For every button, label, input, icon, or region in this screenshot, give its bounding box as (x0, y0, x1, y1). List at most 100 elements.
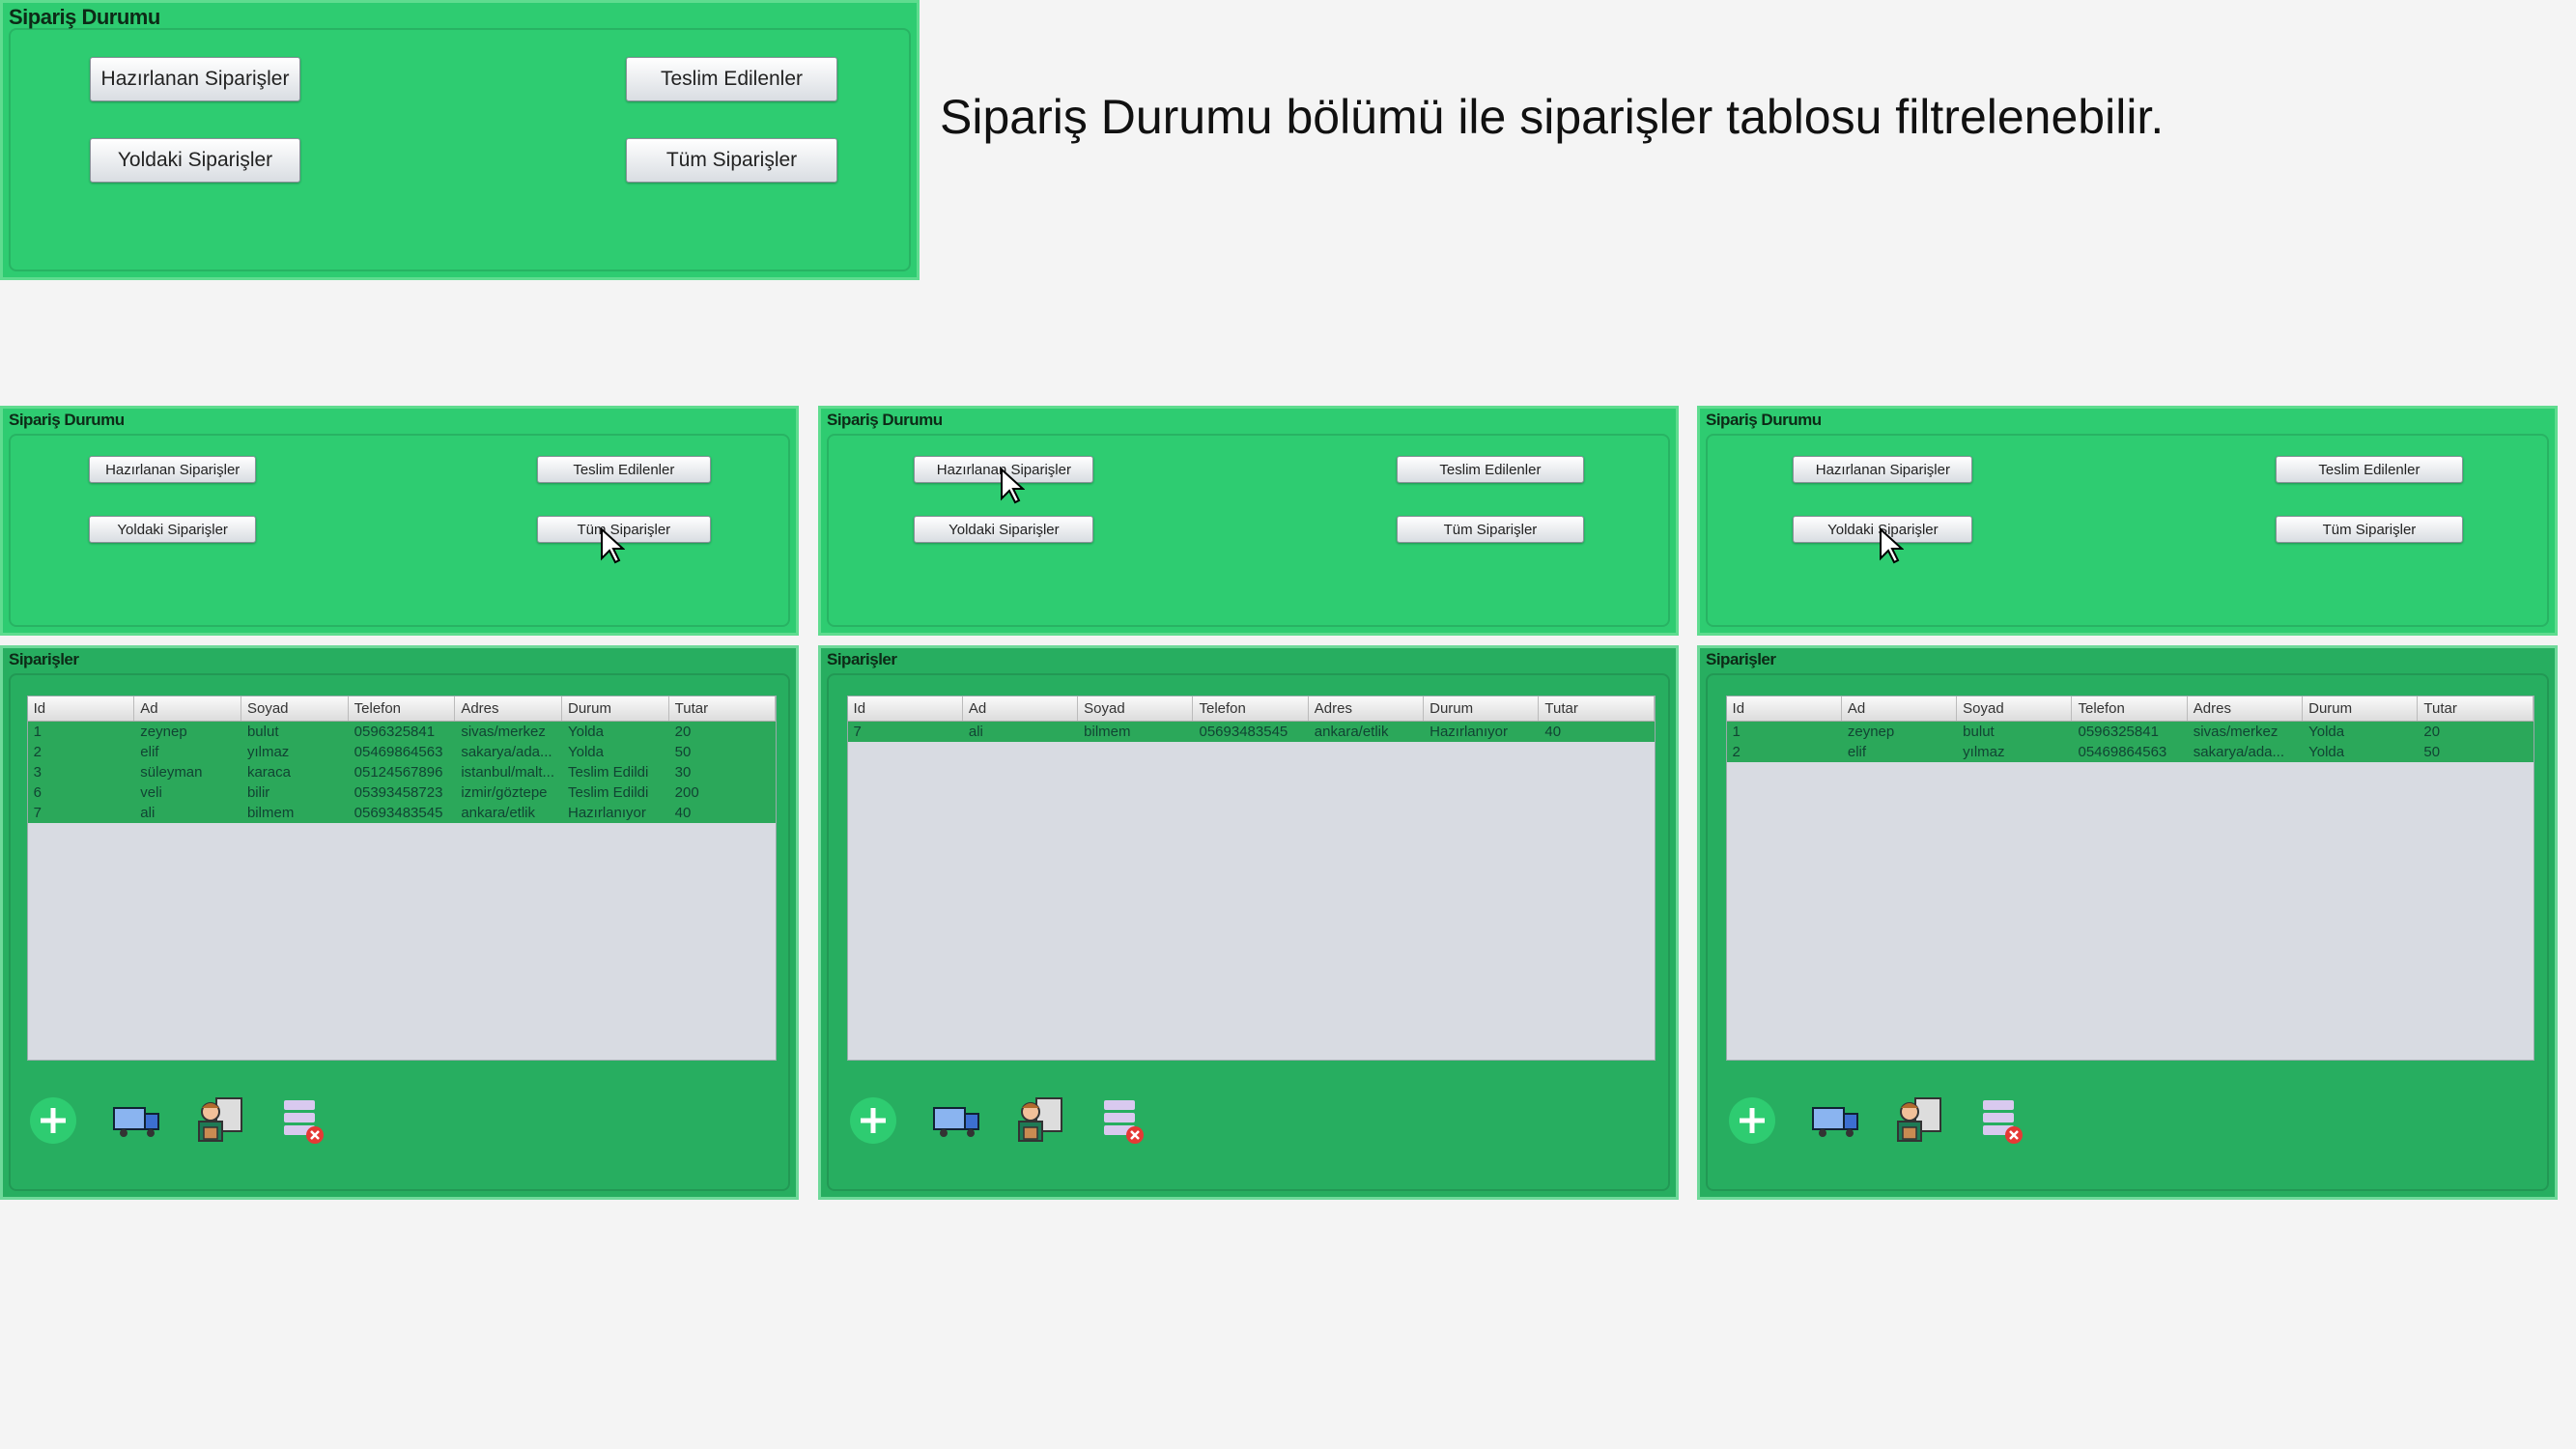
table-cell: bilmem (246, 805, 295, 821)
table-cell: ankara/etlik (1314, 724, 1389, 740)
action-toolbar (1726, 1094, 2027, 1147)
table-header: Id Ad Soyad Telefon Adres Durum Tutar (1726, 696, 2534, 722)
column-header[interactable]: Ad (1842, 696, 1958, 721)
table-cell: 0596325841 (354, 724, 436, 740)
table-cell: veli (140, 784, 162, 801)
table-row[interactable]: 7 ali bilmem 05693483545 ankara/etlik Hazırla… (27, 803, 777, 823)
table-cell: istanbul/malt... (461, 764, 555, 781)
orders-panel-title: Siparişler (827, 650, 897, 668)
table-cell: 50 (674, 744, 692, 760)
status-panel: Sipariş Durumu Hazırlanan Siparişler Tesli… (0, 406, 799, 636)
table-row[interactable]: 3 süleyman karaca 05124567896 istanbul/malt.… (27, 762, 777, 782)
table-cell: 3 (33, 764, 42, 781)
table-row[interactable]: 6 veli bilir 05393458723 izmir/göztepe Teslim… (27, 782, 777, 803)
on-the-way-orders-button[interactable]: Yoldaki Siparişler (90, 138, 300, 183)
orders-table[interactable]: Id Ad Soyad Telefon Adres Durum Tutar 7 ali bilme… (846, 696, 1656, 1061)
orders-table[interactable]: Id Ad Soyad Telefon Adres Durum Tutar 1 zeynep bu… (1725, 696, 2534, 1061)
column-header[interactable]: Durum (1424, 696, 1540, 721)
status-panel-title: Sipariş Durumu (9, 411, 125, 429)
delivery-truck-icon[interactable] (1809, 1094, 1861, 1147)
column-header[interactable]: Durum (2303, 696, 2419, 721)
orders-panel-title: Siparişler (1706, 650, 1776, 668)
courier-icon[interactable] (193, 1094, 245, 1147)
column-header[interactable]: Id (28, 696, 135, 721)
column-header[interactable]: Adres (1309, 696, 1425, 721)
on-the-way-orders-button[interactable]: Yoldaki Siparişler (89, 516, 256, 543)
delivered-orders-button[interactable]: Teslim Edilenler (1396, 456, 1585, 483)
table-cell: 0596325841 (2078, 724, 2159, 740)
on-the-way-orders-button[interactable]: Yoldaki Siparişler (914, 516, 1094, 543)
delete-database-icon[interactable] (1096, 1094, 1148, 1147)
table-cell: 2 (33, 744, 42, 760)
table-cell: Yolda (2308, 744, 2345, 760)
table-row[interactable]: 2 elif yılmaz 05469864563 sakarya/ada... Yold… (27, 742, 777, 762)
table-cell: sivas/merkez (461, 724, 546, 740)
delete-database-icon[interactable] (276, 1094, 328, 1147)
table-cell: sakarya/ada... (2193, 744, 2285, 760)
courier-icon[interactable] (1013, 1094, 1065, 1147)
column-header[interactable]: Adres (455, 696, 562, 721)
all-orders-button[interactable]: Tüm Siparişler (2275, 516, 2464, 543)
add-icon[interactable] (27, 1094, 79, 1147)
add-icon[interactable] (1726, 1094, 1778, 1147)
column-header[interactable]: Tutar (2418, 696, 2534, 721)
table-cell: Yolda (567, 724, 604, 740)
mouse-cursor-icon (1879, 527, 1904, 564)
table-cell: zeynep (1847, 724, 1895, 740)
column-header[interactable]: Tutar (1539, 696, 1655, 721)
delivery-truck-icon[interactable] (930, 1094, 982, 1147)
status-panel: Sipariş Durumu Hazırlanan Siparişler Tesli… (1697, 406, 2558, 636)
table-cell: sakarya/ada... (461, 744, 552, 760)
column-header[interactable]: Telefon (349, 696, 456, 721)
delivered-orders-button[interactable]: Teslim Edilenler (2275, 456, 2464, 483)
status-panel-title: Sipariş Durumu (9, 5, 160, 29)
mouse-cursor-icon (601, 527, 626, 564)
column-header[interactable]: Adres (2188, 696, 2304, 721)
status-panel-title: Sipariş Durumu (827, 411, 943, 429)
preparing-orders-button[interactable]: Hazırlanan Siparişler (1793, 456, 1973, 483)
add-icon[interactable] (847, 1094, 899, 1147)
column-header[interactable]: Soyad (241, 696, 349, 721)
preparing-orders-button[interactable]: Hazırlanan Siparişler (90, 57, 300, 101)
table-cell: ali (140, 805, 156, 821)
column-header[interactable]: Telefon (1193, 696, 1309, 721)
table-cell: 05469864563 (2078, 744, 2167, 760)
column-header[interactable]: Id (848, 696, 963, 721)
column-header[interactable]: Ad (963, 696, 1079, 721)
table-cell: 05693483545 (354, 805, 443, 821)
status-panel-large: Sipariş Durumu Hazırlanan Siparişler Tes… (0, 0, 920, 280)
table-cell: 6 (33, 784, 42, 801)
table-row[interactable]: 1 zeynep bulut 0596325841 sivas/merkez Yolda 2… (27, 722, 777, 742)
column-header[interactable]: Durum (562, 696, 669, 721)
mouse-cursor-icon (1000, 468, 1025, 504)
column-header[interactable]: Ad (134, 696, 241, 721)
table-cell: 7 (853, 724, 862, 740)
all-orders-button[interactable]: Tüm Siparişler (1396, 516, 1585, 543)
table-row[interactable]: 2 elif yılmaz 05469864563 sakarya/ada... Yold… (1726, 742, 2534, 762)
table-cell: izmir/göztepe (461, 784, 548, 801)
table-cell: elif (1847, 744, 1867, 760)
column-header[interactable]: Soyad (1957, 696, 2073, 721)
table-row[interactable]: 7 ali bilmem 05693483545 ankara/etlik Hazırla… (847, 722, 1655, 742)
orders-table[interactable]: Id Ad Soyad Telefon Adres Durum Tutar 1 zeynep bu… (26, 696, 778, 1061)
orders-panel-title: Siparişler (9, 650, 79, 668)
table-cell: 200 (674, 784, 699, 801)
preparing-orders-button[interactable]: Hazırlanan Siparişler (89, 456, 256, 483)
table-cell: 2 (1732, 744, 1741, 760)
all-orders-button[interactable]: Tüm Siparişler (626, 138, 837, 183)
delivered-orders-button[interactable]: Teslim Edilenler (626, 57, 837, 101)
table-row[interactable]: 1 zeynep bulut 0596325841 sivas/merkez Yolda 2… (1726, 722, 2534, 742)
delete-database-icon[interactable] (1975, 1094, 2027, 1147)
delivered-orders-button[interactable]: Teslim Edilenler (536, 456, 712, 483)
column-header[interactable]: Soyad (1078, 696, 1194, 721)
column-header[interactable]: Telefon (2072, 696, 2188, 721)
delivery-truck-icon[interactable] (110, 1094, 162, 1147)
table-cell: Yolda (2308, 724, 2345, 740)
courier-icon[interactable] (1892, 1094, 1944, 1147)
column-header[interactable]: Id (1727, 696, 1842, 721)
column-header[interactable]: Tutar (669, 696, 777, 721)
action-toolbar (27, 1094, 328, 1147)
orders-panel: Siparişler Id Ad Soyad Telefon Adres Durum Tut… (1697, 645, 2558, 1200)
table-cell: Yolda (567, 744, 604, 760)
table-cell: bilmem (1084, 724, 1131, 740)
